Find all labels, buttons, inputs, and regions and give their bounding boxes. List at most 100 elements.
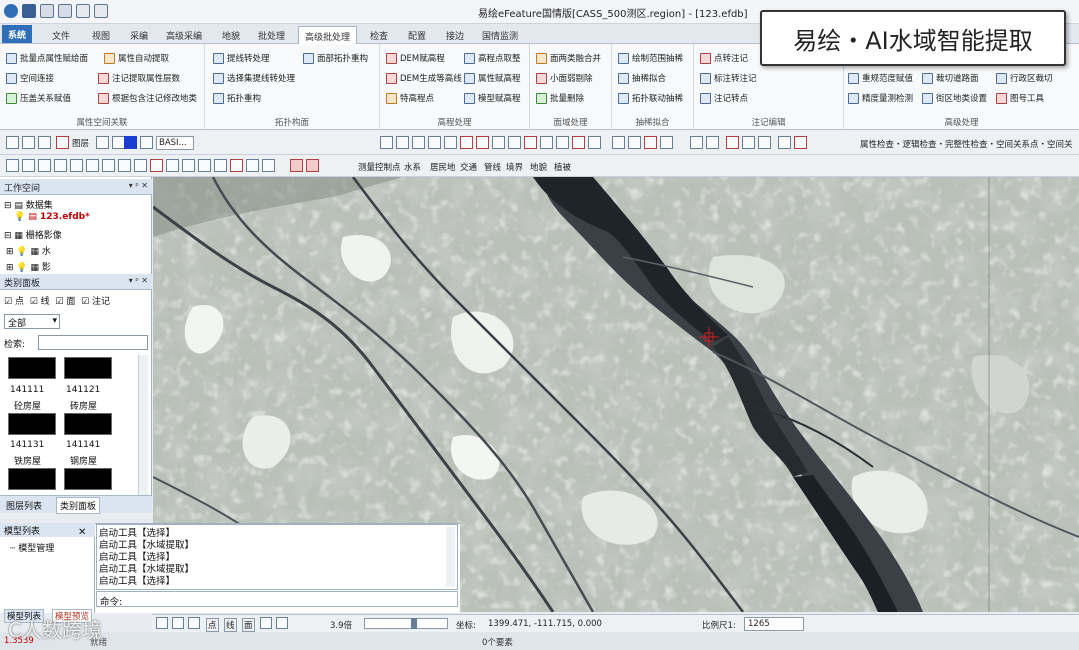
modify-landclass-button[interactable]: 根据包含注记修改地类 — [98, 92, 197, 104]
accuracy-check-button[interactable]: 精度量测检测 — [848, 92, 913, 104]
symbol-swatch[interactable] — [64, 357, 112, 379]
tab-class-panel[interactable]: 类别面板 — [56, 497, 101, 514]
layer-vegetation[interactable]: 植被 — [554, 161, 571, 173]
filter-dropdown[interactable]: 全部 ▾ — [4, 314, 60, 329]
undo-icon[interactable] — [40, 4, 54, 18]
grid-icon[interactable] — [38, 136, 51, 149]
measure-icon[interactable] — [444, 136, 457, 149]
bulb-icon[interactable] — [96, 136, 109, 149]
tab-edge[interactable]: 接边 — [440, 26, 470, 44]
admin-cut-button[interactable]: 行政区裁切 — [996, 72, 1053, 84]
zoom-slider[interactable] — [364, 618, 448, 629]
cursor-icon[interactable] — [6, 159, 19, 172]
tab-batch[interactable]: 批处理 — [252, 26, 291, 44]
topology-rebuild-button[interactable]: 拓扑重构 — [213, 92, 261, 104]
snap-line-toggle[interactable]: 线 — [224, 618, 237, 632]
table-edit-icon[interactable] — [794, 136, 807, 149]
local-topology-button[interactable]: 面部拓扑重构 — [303, 52, 368, 64]
model-elevation-button[interactable]: 模型赋高程 — [464, 92, 521, 104]
dem-elevation-button[interactable]: DEM赋高程 — [386, 52, 445, 64]
panel-controls-icon[interactable]: ▾ ᵖ ✕ — [129, 181, 148, 190]
tree-dataset[interactable]: ⊟ ▤ 数据集 — [4, 198, 53, 211]
cut-road-button[interactable]: 裁切道路面 — [922, 72, 979, 84]
rotate-icon[interactable] — [742, 136, 755, 149]
cancel-icon[interactable] — [306, 159, 319, 172]
array-icon[interactable] — [690, 136, 703, 149]
symbol-swatch[interactable] — [8, 468, 56, 490]
topology-simplify-button[interactable]: 拓扑联动抽稀 — [618, 92, 683, 104]
annotation-to-point-button[interactable]: 注记转点 — [700, 92, 748, 104]
layer-combo[interactable]: BASI... — [156, 136, 194, 150]
snap-icon[interactable] — [6, 136, 19, 149]
search-input[interactable] — [38, 335, 148, 350]
fill-icon[interactable] — [182, 159, 195, 172]
scale-icon[interactable] — [726, 136, 739, 149]
command-input[interactable]: 命令: — [96, 591, 458, 608]
scale-input[interactable]: 1265 — [744, 617, 804, 631]
redo-icon[interactable] — [58, 4, 72, 18]
delete-node-icon[interactable] — [476, 136, 489, 149]
merge-area-button[interactable]: 面两类融合并 — [536, 52, 601, 64]
split-icon[interactable] — [524, 136, 537, 149]
point-to-annotation-button[interactable]: 点转注记 — [700, 52, 748, 64]
line-tool-icon[interactable] — [380, 136, 393, 149]
overlap-assign-button[interactable]: 压盖关系赋值 — [6, 92, 71, 104]
window-icon[interactable] — [76, 4, 90, 18]
rect-icon[interactable] — [428, 136, 441, 149]
tree-raster[interactable]: ⊟ ▦ 栅格影像 — [4, 228, 62, 241]
edit-icon[interactable] — [22, 136, 35, 149]
grid-toggle-icon[interactable] — [276, 617, 288, 629]
arc-icon[interactable] — [492, 136, 505, 149]
app-logo-icon[interactable] — [4, 4, 18, 18]
class-panel-controls-icon[interactable]: ▾ ᵖ ✕ — [129, 276, 148, 285]
draw-polyline-icon[interactable] — [54, 159, 67, 172]
check-menu[interactable]: 属性检查・逻辑检查・完整性检查・空间关系点・空间关 — [860, 138, 1073, 150]
tab-advanced-batch[interactable]: 高级批处理 — [298, 26, 358, 44]
table-icon[interactable] — [140, 136, 153, 149]
small-area-remove-button[interactable]: 小面弱剔除 — [536, 72, 593, 84]
tree-image[interactable]: ⊞ 💡 ▦ 影 — [6, 260, 51, 273]
hand-icon[interactable] — [22, 159, 35, 172]
label-to-annotation-button[interactable]: 标注转注记 — [700, 72, 757, 84]
copy-feature-icon[interactable] — [262, 159, 275, 172]
sheet-tool-button[interactable]: 图号工具 — [996, 92, 1044, 104]
area-icon[interactable] — [56, 136, 69, 149]
batch-point-to-polygon-button[interactable]: 批量点属性赋给面 — [6, 52, 88, 64]
layer-residential[interactable]: 居民地 — [430, 161, 456, 173]
trim-icon[interactable] — [508, 136, 521, 149]
tab-system[interactable]: 系统 — [2, 25, 33, 43]
draw-circle-icon[interactable] — [134, 159, 147, 172]
annotation-extract-button[interactable]: 注记提取属性层数 — [98, 72, 180, 84]
snap-area-toggle[interactable]: 面 — [242, 618, 255, 632]
copy-icon[interactable] — [588, 136, 601, 149]
symbol-swatch[interactable] — [64, 468, 112, 490]
close-icon[interactable]: ✕ — [78, 527, 86, 538]
layer-water[interactable]: 水系 — [404, 161, 421, 173]
model-manage-item[interactable]: ┄ 模型管理 — [10, 541, 54, 554]
tree-efdb-file[interactable]: 💡 ▤ 123.efdb* — [14, 212, 90, 222]
erase-icon[interactable] — [572, 136, 585, 149]
ungroup-icon[interactable] — [628, 136, 641, 149]
clear-icon[interactable] — [290, 159, 303, 172]
symbol-swatch[interactable] — [64, 413, 112, 435]
pen-icon[interactable] — [556, 136, 569, 149]
layer-pipelines[interactable]: 管线 — [484, 161, 501, 173]
cross-icon[interactable] — [460, 136, 473, 149]
water-extract-icon[interactable] — [246, 159, 259, 172]
offset-icon[interactable] — [660, 136, 673, 149]
ortho-icon[interactable] — [260, 617, 272, 629]
node-icon[interactable] — [198, 159, 211, 172]
symbol-swatch[interactable] — [8, 413, 56, 435]
ring-icon[interactable] — [166, 159, 179, 172]
tab-terrain[interactable]: 地貌 — [216, 26, 246, 44]
draw-curve-icon[interactable] — [102, 159, 115, 172]
log-scrollbar[interactable] — [446, 527, 455, 587]
check-annotation[interactable]: ☑ 注记 — [81, 297, 110, 307]
attribute-elevation-button[interactable]: 属性赋高程 — [464, 72, 521, 84]
range-simplify-button[interactable]: 绘制范围抽稀 — [618, 52, 683, 64]
tree-water[interactable]: ⊞ 💡 ▦ 水 — [6, 244, 51, 257]
class-scrollbar[interactable] — [138, 355, 148, 495]
group-icon[interactable] — [612, 136, 625, 149]
mirror-icon[interactable] — [644, 136, 657, 149]
tab-monitoring[interactable]: 国情监测 — [476, 26, 524, 44]
